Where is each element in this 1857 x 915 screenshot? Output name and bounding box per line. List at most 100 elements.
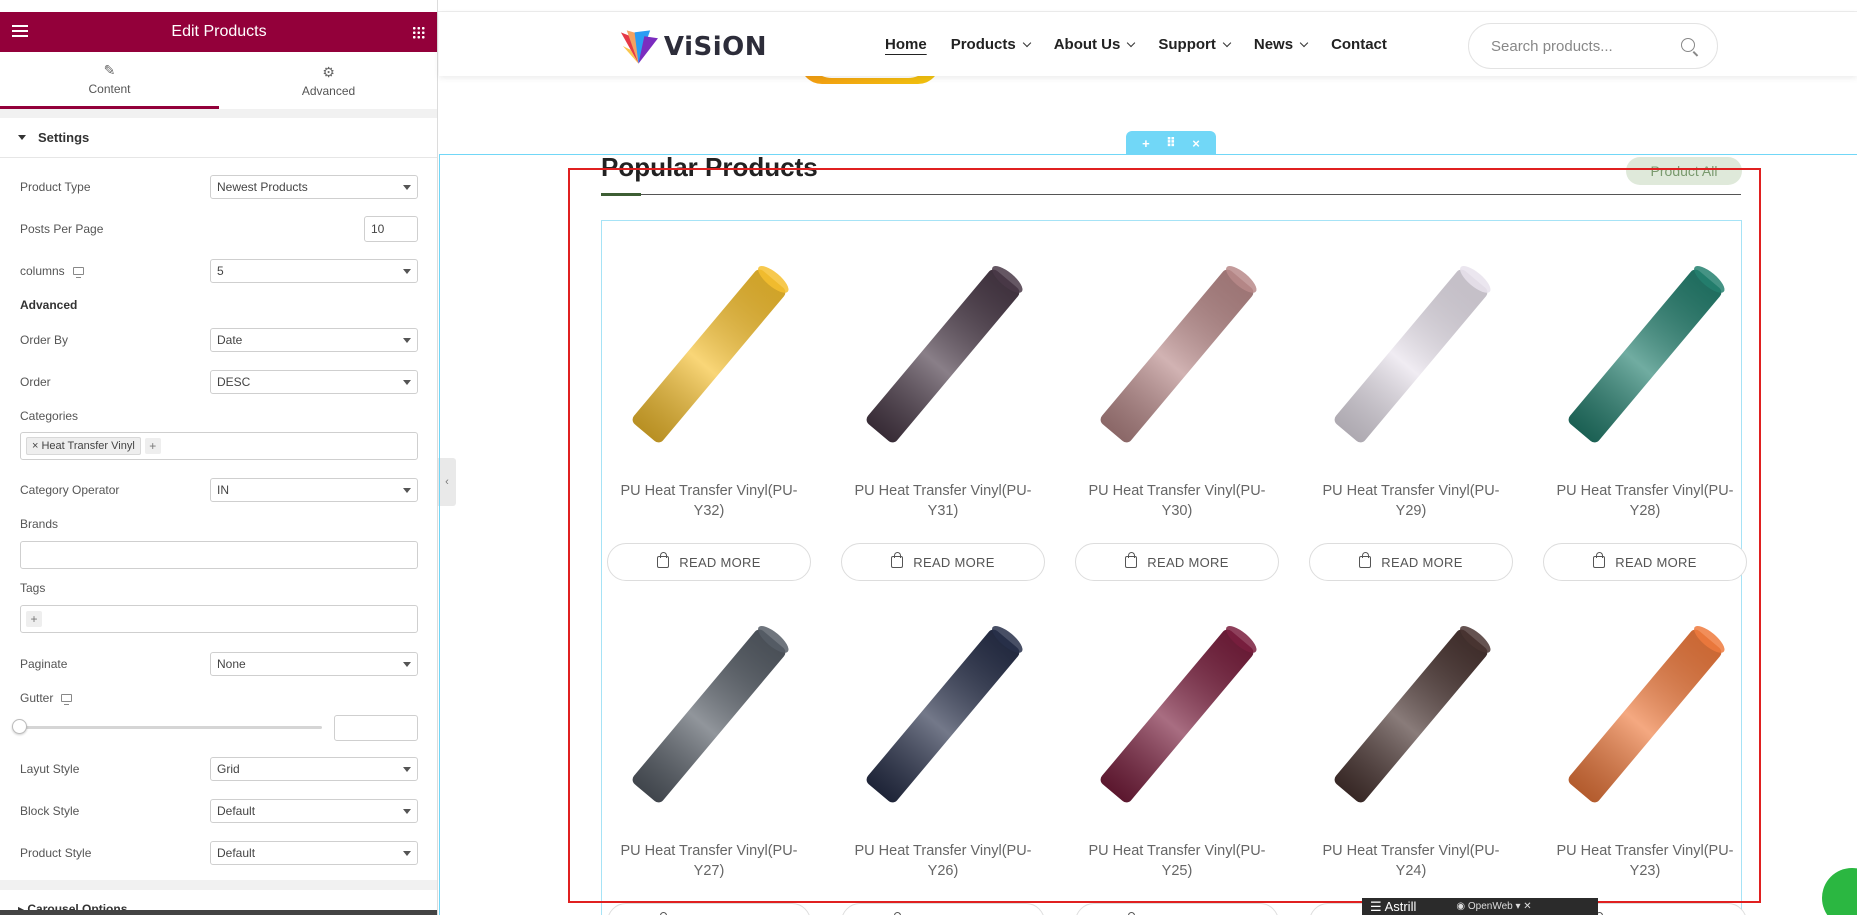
nav-item-news[interactable]: News (1253, 36, 1309, 53)
menu-icon[interactable] (12, 25, 28, 37)
desktop-icon[interactable] (72, 267, 84, 278)
tab-advanced[interactable]: ⚙ Advanced (219, 52, 437, 109)
product-card[interactable]: PU Heat Transfer Vinyl(PU-Y29) READ MORE (1309, 241, 1513, 581)
product-name[interactable]: PU Heat Transfer Vinyl(PU-Y31) (841, 481, 1045, 521)
product-image[interactable] (1075, 261, 1279, 451)
product-type-select[interactable]: Newest Products (210, 175, 418, 199)
site-logo[interactable]: ViSiON (617, 26, 767, 68)
product-image[interactable] (1075, 621, 1279, 811)
search-icon[interactable] (1681, 38, 1695, 52)
product-card[interactable]: PU Heat Transfer Vinyl(PU-Y32) READ MORE (607, 241, 811, 581)
posts-per-page-input[interactable]: 10 (364, 216, 418, 242)
product-image[interactable] (1309, 621, 1513, 811)
product-name[interactable]: PU Heat Transfer Vinyl(PU-Y23) (1543, 841, 1747, 881)
product-card[interactable]: PU Heat Transfer Vinyl(PU-Y28) READ MORE (1543, 241, 1747, 581)
product-image[interactable] (1543, 621, 1747, 811)
nav-item-label: News (1253, 36, 1294, 53)
layout-style-label: Layut Style (20, 762, 80, 776)
product-image[interactable] (841, 621, 1045, 811)
category-operator-select[interactable]: IN (210, 478, 418, 502)
layout-style-row: Layut Style Grid (20, 755, 418, 783)
panel-footer-bar[interactable] (0, 910, 437, 915)
product-card[interactable]: PU Heat Transfer Vinyl(PU-Y23)READ MORE (1543, 601, 1747, 915)
section-title: Popular Products (601, 152, 818, 182)
gutter-slider-thumb[interactable] (12, 719, 27, 734)
tab-content[interactable]: ✎ Content (0, 52, 219, 109)
read-more-button[interactable]: READ MORE (607, 543, 811, 581)
paginate-select[interactable]: None (210, 652, 418, 676)
product-card[interactable]: PU Heat Transfer Vinyl(PU-Y26) READ MORE (841, 601, 1045, 915)
delete-section-icon[interactable]: × (1192, 136, 1200, 151)
drag-section-icon[interactable]: ⠿ (1166, 135, 1176, 151)
openweb-label[interactable]: ◉ OpenWeb ▾ ✕ (1456, 901, 1531, 912)
paginate-label: Paginate (20, 657, 68, 671)
read-more-button[interactable]: READ MORE (1309, 543, 1513, 581)
product-all-button[interactable]: Product All (1626, 157, 1742, 185)
product-card[interactable]: PU Heat Transfer Vinyl(PU-Y27) READ MORE (607, 601, 811, 915)
nav-item-label: Support (1158, 36, 1216, 53)
shopping-bag-icon (1359, 552, 1372, 568)
nav-item-home[interactable]: Home (885, 36, 927, 53)
read-more-label: READ MORE (1381, 554, 1463, 570)
order-select[interactable]: DESC (210, 370, 418, 394)
product-name[interactable]: PU Heat Transfer Vinyl(PU-Y32) (607, 481, 811, 521)
layout-style-select[interactable]: Grid (210, 757, 418, 781)
nav-item-about-us[interactable]: About Us (1054, 36, 1136, 53)
product-card[interactable]: PU Heat Transfer Vinyl(PU-Y30) READ MORE (1075, 241, 1279, 581)
categories-field[interactable]: × Heat Transfer Vinyl + (20, 432, 418, 460)
read-more-button[interactable]: READ MORE (607, 903, 811, 915)
read-more-button[interactable]: READ MORE (841, 903, 1045, 915)
block-style-select[interactable]: Default (210, 799, 418, 823)
read-more-button[interactable]: READ MORE (1543, 543, 1747, 581)
block-style-row: Block Style Default (20, 797, 418, 825)
advanced-subheading: Advanced (20, 298, 78, 312)
columns-select[interactable]: 5 (210, 259, 418, 283)
product-name[interactable]: PU Heat Transfer Vinyl(PU-Y25) (1075, 841, 1279, 881)
pencil-icon: ✎ (103, 62, 116, 78)
brands-field[interactable] (20, 541, 418, 569)
product-name[interactable]: PU Heat Transfer Vinyl(PU-Y24) (1309, 841, 1513, 881)
tab-content-label: Content (88, 82, 131, 96)
desktop-icon[interactable] (61, 694, 73, 705)
nav-item-support[interactable]: Support (1158, 36, 1232, 53)
product-name[interactable]: PU Heat Transfer Vinyl(PU-Y30) (1075, 481, 1279, 521)
product-name[interactable]: PU Heat Transfer Vinyl(PU-Y29) (1309, 481, 1513, 521)
product-name[interactable]: PU Heat Transfer Vinyl(PU-Y26) (841, 841, 1045, 881)
gutter-slider-track[interactable] (20, 726, 322, 729)
product-card[interactable]: PU Heat Transfer Vinyl(PU-Y31) READ MORE (841, 241, 1045, 581)
astrill-widget[interactable]: ☰ Astrill ◉ OpenWeb ▾ ✕ (1362, 898, 1598, 915)
product-style-select[interactable]: Default (210, 841, 418, 865)
product-image[interactable] (1309, 261, 1513, 451)
product-style-row: Product Style Default (20, 839, 418, 867)
add-category-icon[interactable]: + (144, 438, 161, 454)
nav-item-products[interactable]: Products (951, 36, 1031, 53)
block-style-label: Block Style (20, 804, 80, 818)
read-more-button[interactable]: READ MORE (1075, 903, 1279, 915)
product-name[interactable]: PU Heat Transfer Vinyl(PU-Y28) (1543, 481, 1747, 521)
product-image[interactable] (841, 261, 1045, 451)
settings-section-toggle[interactable]: Settings (0, 118, 437, 158)
gutter-row: Gutter (20, 684, 418, 712)
astrill-label: ☰ Astrill (1370, 898, 1417, 914)
read-more-label: READ MORE (1615, 554, 1697, 570)
gutter-value-input[interactable] (334, 715, 418, 741)
chip-remove-icon[interactable]: × (32, 440, 38, 452)
panel-tabs: ✎ Content ⚙ Advanced (0, 52, 437, 109)
category-chip[interactable]: × Heat Transfer Vinyl (26, 437, 141, 455)
tags-field[interactable]: + (20, 605, 418, 633)
add-tag-icon[interactable]: + (26, 611, 42, 627)
nav-item-contact[interactable]: Contact (1331, 36, 1387, 53)
read-more-button[interactable]: READ MORE (1075, 543, 1279, 581)
read-more-button[interactable]: READ MORE (841, 543, 1045, 581)
add-section-icon[interactable]: + (1142, 136, 1150, 151)
product-image[interactable] (607, 261, 811, 451)
product-image[interactable] (1543, 261, 1747, 451)
search-input[interactable]: Search products... (1468, 23, 1718, 69)
widgets-grid-icon[interactable] (412, 26, 425, 39)
product-image[interactable] (607, 621, 811, 811)
posts-per-page-label: Posts Per Page (20, 222, 104, 236)
product-card[interactable]: PU Heat Transfer Vinyl(PU-Y25) READ MORE (1075, 601, 1279, 915)
product-card[interactable]: PU Heat Transfer Vinyl(PU-Y24)READ MORE (1309, 601, 1513, 915)
order-by-select[interactable]: Date (210, 328, 418, 352)
product-name[interactable]: PU Heat Transfer Vinyl(PU-Y27) (607, 841, 811, 881)
